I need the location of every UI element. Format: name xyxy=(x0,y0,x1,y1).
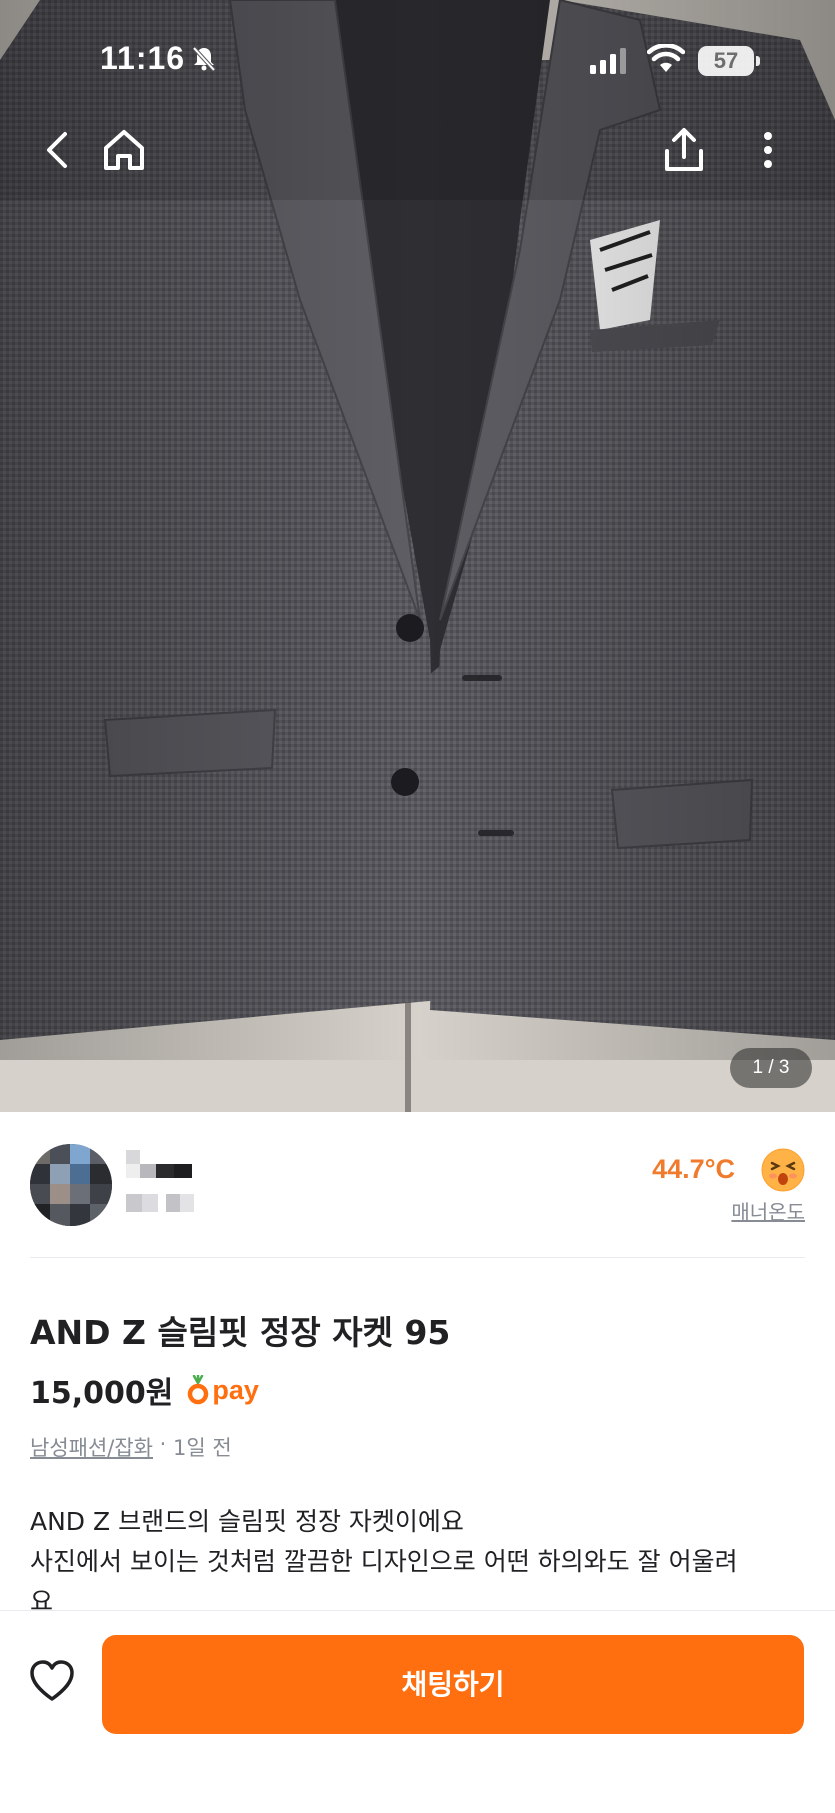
chat-button[interactable]: 채팅하기 xyxy=(102,1635,804,1734)
like-button[interactable] xyxy=(28,1657,76,1705)
wifi-icon xyxy=(647,44,685,72)
cellular-signal-icon xyxy=(590,48,626,74)
seller-name-redacted xyxy=(126,1150,192,1178)
posted-time: 1일 전 xyxy=(173,1436,232,1460)
share-icon xyxy=(665,128,703,171)
status-time: 11:16 xyxy=(100,40,186,76)
meta-separator: · xyxy=(153,1432,174,1456)
price: 15,000원 xyxy=(30,1376,174,1411)
manner-temperature: 44.7°C xyxy=(652,1154,735,1184)
pay-label: pay xyxy=(212,1374,259,1405)
price-row: 15,000원 pay xyxy=(30,1370,259,1412)
back-button[interactable] xyxy=(30,122,86,178)
share-button[interactable] xyxy=(656,122,712,178)
avatar-pixelated-image xyxy=(30,1144,112,1226)
carrot-pay-badge: pay xyxy=(187,1375,259,1406)
carrot-pay-icon xyxy=(188,1375,209,1405)
home-icon xyxy=(104,130,144,170)
more-button[interactable] xyxy=(740,122,796,178)
manner-face-emoji-icon xyxy=(761,1148,805,1192)
status-bar: 11:16 57 xyxy=(0,0,835,120)
back-arrow-icon xyxy=(47,132,67,168)
heart-icon xyxy=(30,1660,74,1701)
bell-slash-icon xyxy=(192,46,216,72)
battery-icon: 57 xyxy=(698,46,760,76)
listing-description: AND Z 브랜드의 슬림핏 정장 자켓이에요 사진에서 보이는 것처럼 깔끔한… xyxy=(30,1502,810,1622)
category-link[interactable]: 남성패션/잡화 xyxy=(30,1432,153,1462)
manner-temperature-label[interactable]: 매너온도 xyxy=(731,1196,805,1225)
image-page-indicator: 1 / 3 xyxy=(730,1048,812,1088)
listing-meta: 남성패션/잡화 · 1일 전 xyxy=(30,1432,232,1462)
listing-title: AND Z 슬림핏 정장 자켓 95 xyxy=(30,1313,451,1352)
seller-region-redacted xyxy=(126,1194,194,1212)
description-line: AND Z 브랜드의 슬림핏 정장 자켓이에요 xyxy=(30,1507,464,1536)
bottom-action-bar: 채팅하기 xyxy=(0,1610,835,1813)
seller-profile[interactable]: 44.7°C 매너온도 xyxy=(0,1112,835,1258)
divider xyxy=(30,1257,805,1258)
home-button[interactable] xyxy=(96,122,152,178)
description-line: 사진에서 보이는 것처럼 깔끔한 디자인으로 어떤 하의와도 잘 어울려 xyxy=(30,1547,738,1576)
avatar[interactable] xyxy=(30,1144,112,1226)
more-vertical-icon xyxy=(764,132,772,168)
